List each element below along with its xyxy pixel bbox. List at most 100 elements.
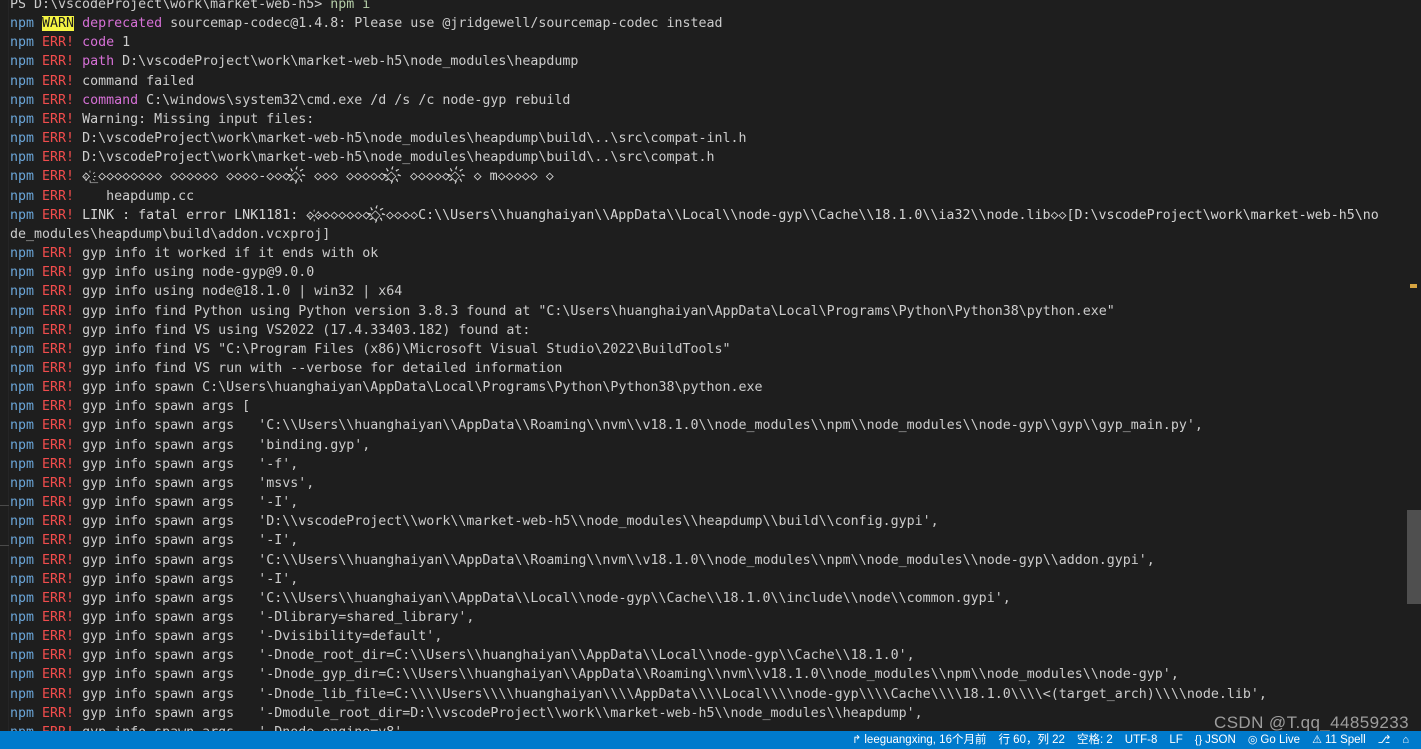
line-prefix-npm: npm — [10, 648, 43, 664]
terminal-line: npm ERR! gyp info spawn args '-I', — [10, 493, 1410, 512]
line-tag: ERR! — [42, 648, 75, 664]
terminal-line: npm ERR! gyp info find VS "C:\Program Fi… — [10, 340, 1410, 359]
terminal-line: npm ERR! gyp info spawn args '-I', — [10, 570, 1410, 589]
status-bar-item-cursor-position[interactable]: 行 60，列 22 — [992, 731, 1070, 749]
line-text: gyp info find VS "C:\Program Files (x86)… — [82, 341, 731, 357]
line-text: D:\vscodeProject\work\market-web-h5\node… — [82, 131, 747, 147]
prompt-command: npm i — [330, 0, 371, 12]
terminal-line: npm ERR! gyp info spawn args '-f', — [10, 455, 1410, 474]
line-prefix-npm: npm — [10, 169, 43, 185]
line-text: gyp info spawn args 'msvs', — [82, 475, 315, 491]
line-prefix-npm: npm — [10, 475, 43, 491]
line-prefix-npm: npm — [10, 456, 43, 472]
line-text: gyp info using node@18.1.0 | win32 | x64 — [82, 284, 403, 300]
line-tag: ERR! — [42, 303, 75, 319]
line-text: gyp info find Python using Python versio… — [82, 303, 1115, 319]
terminal-line: npm ERR! gyp info spawn args [ — [10, 397, 1410, 416]
status-bar: ↱ leeguangxing, 16个月前行 60，列 22 空格: 2 UTF-8 L… — [0, 731, 1421, 749]
line-space — [74, 323, 82, 338]
terminal-line: npm ERR! gyp info spawn args '-Dnode_gyp… — [10, 665, 1410, 684]
line-text: sourcemap-codec@1.4.8: Please use @jridg… — [162, 16, 723, 32]
terminal-line: npm ERR! gyp info spawn args '-Dnode_lib… — [10, 685, 1410, 704]
status-bar-item-git-branch-author[interactable]: ↱ leeguangxing, 16个月前 — [846, 731, 992, 749]
line-space — [74, 533, 82, 548]
line-tag: ERR! — [42, 131, 75, 147]
line-space — [74, 361, 82, 376]
integrated-terminal-panel[interactable]: PS D:\vscodeProject\work\market-web-h5> … — [0, 0, 1421, 731]
line-space — [74, 284, 82, 299]
terminal-line: npm ERR! gyp info spawn args '-Dlibrary=… — [10, 608, 1410, 627]
status-bar-item-indentation[interactable]: 空格: 2 — [1071, 731, 1119, 749]
line-text: gyp info spawn args 'D:\\vscodeProject\\… — [82, 514, 939, 530]
terminal-line: npm ERR! D:\vscodeProject\work\market-we… — [10, 129, 1410, 148]
terminal-line: npm ERR! gyp info spawn args 'msvs', — [10, 474, 1410, 493]
line-tag: ERR! — [42, 284, 75, 300]
status-bar-item-remote-window[interactable]: ⎇ — [1372, 731, 1397, 749]
line-tag: ERR! — [42, 456, 75, 472]
line-text: gyp info spawn args 'binding.gyp', — [82, 437, 371, 453]
line-space — [74, 399, 82, 414]
line-prefix-npm: npm — [10, 16, 43, 32]
line-space — [74, 553, 82, 568]
terminal-line: npm ERR! gyp info spawn args 'binding.gy… — [10, 436, 1410, 455]
terminal-line: npm ERR! Warning: Missing input files: — [10, 110, 1410, 129]
line-text: gyp info spawn args '-I', — [82, 495, 299, 511]
terminal-line: npm ERR! gyp info using node-gyp@9.0.0 — [10, 263, 1410, 282]
status-bar-item-language-mode[interactable]: {} JSON — [1189, 731, 1242, 749]
line-tag: ERR! — [42, 246, 75, 262]
line-space — [74, 131, 82, 146]
line-space — [74, 514, 82, 529]
line-tag: ERR! — [42, 35, 75, 51]
line-text: gyp info spawn args '-Dnode_gyp_dir=C:\\… — [82, 667, 1179, 683]
line-text: gyp info spawn args 'C:\\Users\\huanghai… — [82, 552, 1155, 568]
line-tag: ERR! — [42, 73, 75, 89]
terminal-scrollbar[interactable] — [1407, 0, 1421, 731]
line-text: gyp info spawn C:\Users\huanghaiyan\AppD… — [82, 380, 763, 396]
status-bar-item-bell[interactable]: ⌂ — [1396, 731, 1415, 749]
terminal-line: npm WARN deprecated sourcemap-codec@1.4.… — [10, 14, 1410, 33]
line-text: gyp info using node-gyp@9.0.0 — [82, 265, 315, 281]
line-label: deprecated — [82, 16, 163, 32]
line-space — [74, 16, 82, 31]
terminal-line: npm ERR! ◇҉_◇◇◇◇◇◇◇◇ ◇◇◇◇◇◇ ◇◇◇◇-◇◇◇◇҉ ◇… — [10, 167, 1410, 186]
line-tag: ERR! — [42, 360, 75, 376]
vscode-window: PS D:\vscodeProject\work\market-web-h5> … — [0, 0, 1421, 749]
line-text: command failed — [82, 73, 195, 89]
terminal-left-gutter — [0, 0, 9, 731]
terminal-line: npm ERR! gyp info find VS run with --ver… — [10, 359, 1410, 378]
line-prefix-npm: npm — [10, 629, 43, 645]
line-prefix-npm: npm — [10, 610, 43, 625]
line-space — [74, 54, 82, 69]
terminal-line: npm ERR! gyp info spawn args 'C:\\Users\… — [10, 589, 1410, 608]
terminal-line: npm ERR! gyp info spawn args 'C:\\Users\… — [10, 416, 1410, 435]
line-space — [74, 208, 82, 223]
line-tag: ERR! — [42, 437, 75, 453]
status-bar-item-warning[interactable]: ⚠ 11 Spell — [1306, 731, 1372, 749]
terminal-output[interactable]: PS D:\vscodeProject\work\market-web-h5> … — [10, 0, 1410, 731]
terminal-line: npm ERR! gyp info spawn args 'C:\\Users\… — [10, 551, 1410, 570]
line-text: gyp info find VS run with --verbose for … — [82, 360, 563, 376]
line-text: gyp info spawn args '-Dnode_root_dir=C:\… — [82, 648, 915, 664]
line-tag: ERR! — [42, 341, 75, 357]
terminal-line: npm ERR! path D:\vscodeProject\work\mark… — [10, 52, 1410, 71]
terminal-line: npm ERR! gyp info find Python using Pyth… — [10, 302, 1410, 321]
line-text: gyp info spawn args [ — [82, 399, 251, 415]
status-bar-item-encoding[interactable]: UTF-8 — [1119, 731, 1164, 749]
line-space — [74, 572, 82, 587]
terminal-line: npm ERR! gyp info spawn args '-Dmodule_r… — [10, 704, 1410, 723]
status-bar-item-label: leeguangxing, 16个月前 — [864, 734, 987, 746]
status-bar-item-eol-sequence[interactable]: LF — [1163, 731, 1188, 749]
line-space — [74, 706, 82, 721]
line-prefix-npm: npm — [10, 284, 43, 300]
line-tag: ERR! — [42, 705, 75, 721]
line-prefix-npm: npm — [10, 552, 43, 568]
line-prefix-npm: npm — [10, 667, 43, 683]
line-prefix-npm: npm — [10, 322, 43, 338]
status-bar-item-broadcast[interactable]: ◎ Go Live — [1242, 731, 1306, 749]
line-text: gyp info spawn args '-f', — [82, 456, 299, 472]
line-text: gyp info spawn args 'C:\\Users\\huanghai… — [82, 418, 1203, 434]
line-prefix-npm: npm — [10, 418, 43, 434]
line-text: gyp info spawn args '-I', — [82, 571, 299, 587]
line-text: Warning: Missing input files: — [82, 111, 315, 127]
terminal-scrollbar-thumb[interactable] — [1407, 510, 1421, 604]
